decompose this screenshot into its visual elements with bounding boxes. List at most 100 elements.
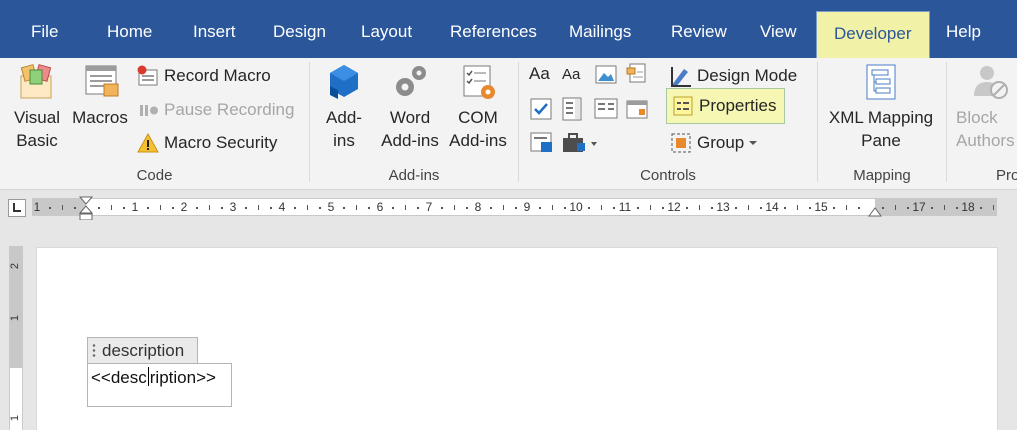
ruler-number: 12 <box>667 200 681 214</box>
ruler-tick <box>992 205 994 210</box>
vertical-ruler-number: 1 <box>9 314 22 322</box>
vertical-ruler-number: 2 <box>9 262 22 270</box>
group-label-mapping: Mapping <box>853 167 911 184</box>
ruler-tick <box>318 207 321 209</box>
ruler-tick <box>220 207 223 209</box>
record-macro-button[interactable]: Record Macro <box>137 63 271 89</box>
ruler-number: 6 <box>376 200 384 214</box>
drag-handle-icon[interactable] <box>92 343 96 359</box>
ruler-tick <box>355 205 357 210</box>
tab-review[interactable]: Review <box>671 0 727 58</box>
combo-box-control-icon[interactable] <box>561 97 585 121</box>
tab-view[interactable]: View <box>760 0 797 58</box>
tab-developer[interactable]: Developer <box>816 11 930 58</box>
ruler-tick <box>833 207 836 209</box>
ruler-tick <box>257 205 259 210</box>
ruler-tick <box>637 207 640 209</box>
content-control-title-tab[interactable]: description <box>87 337 198 363</box>
tab-home[interactable]: Home <box>107 0 152 58</box>
properties-label: Properties <box>699 96 777 115</box>
group-button[interactable]: Group <box>670 130 758 156</box>
document-page[interactable]: description <<desc ription>> <box>36 247 998 430</box>
tab-layout[interactable]: Layout <box>361 0 412 58</box>
ruler-tick <box>943 205 945 210</box>
ruler-number: 11 <box>618 200 632 214</box>
repeating-section-control-icon[interactable] <box>530 132 554 154</box>
ruler-tick <box>857 207 860 209</box>
xml-mapping-pane-label: XML Mapping Pane <box>828 108 934 150</box>
tab-file[interactable]: File <box>31 0 58 58</box>
visual-basic-label: Visual Basic <box>14 108 60 150</box>
ruler-number: 5 <box>327 200 335 214</box>
addins-button[interactable]: Add- ins <box>318 62 370 152</box>
block-authors-button[interactable]: Block Authors <box>950 62 1017 152</box>
ruler-tick <box>490 207 493 209</box>
horizontal-ruler[interactable]: 1 1 2 3 4 5 6 7 8 9 10 11 12 13 14 15 17 18 <box>32 196 997 221</box>
ruler-number: 13 <box>716 200 730 214</box>
rich-text-control-button[interactable]: Aa <box>529 64 550 84</box>
document-area: 2 1 1 description <<desc ription>> <box>0 220 1017 430</box>
tab-design[interactable]: Design <box>273 0 326 58</box>
ruler-tick <box>171 207 174 209</box>
ruler-tick <box>269 207 272 209</box>
group-separator <box>518 62 519 182</box>
macro-security-button[interactable]: Macro Security <box>137 130 277 156</box>
first-line-indent-marker[interactable] <box>79 196 93 222</box>
ruler-number: 10 <box>569 200 583 214</box>
ruler-number: 8 <box>474 200 482 214</box>
ruler-tick <box>588 207 591 209</box>
ruler-tick <box>980 207 983 209</box>
pause-recording-button[interactable]: Pause Recording <box>137 97 294 123</box>
group-icon <box>671 133 691 153</box>
content-text-after-caret: ription>> <box>149 368 216 387</box>
store-addins-icon <box>330 65 358 99</box>
ruler-number: 1 <box>131 200 139 214</box>
record-macro-label: Record Macro <box>164 66 271 85</box>
tab-help[interactable]: Help <box>946 0 981 58</box>
plain-text-control-button[interactable]: Aa <box>562 66 580 83</box>
ruler-number: 1 <box>33 200 41 214</box>
legacy-tools-icon[interactable] <box>561 132 601 154</box>
tab-references[interactable]: References <box>450 0 537 58</box>
ruler-tick <box>196 207 199 209</box>
ruler-tick <box>600 205 602 210</box>
tab-selector[interactable] <box>8 199 26 217</box>
ruler-tick <box>367 207 370 209</box>
gears-icon <box>396 66 426 96</box>
word-addins-label: Word Add-ins <box>381 108 439 150</box>
ruler-tick <box>612 207 615 209</box>
ruler-tick <box>649 205 651 210</box>
block-authors-label: Block Authors <box>956 108 1015 150</box>
com-addins-button[interactable]: COM Add-ins <box>446 62 510 152</box>
macros-icon <box>85 65 119 97</box>
dropdown-list-control-icon[interactable] <box>594 98 618 120</box>
vertical-ruler[interactable]: 2 1 1 <box>9 246 23 430</box>
content-control-body[interactable]: <<desc ription>> <box>87 363 232 407</box>
com-addins-label: COM Add-ins <box>449 108 507 150</box>
visual-basic-button[interactable]: Visual Basic <box>8 62 66 152</box>
picture-control-icon[interactable] <box>595 65 617 85</box>
ruler-tick <box>845 205 847 210</box>
content-control-title: description <box>102 341 185 360</box>
ruler-tick <box>735 207 738 209</box>
date-picker-control-icon[interactable] <box>626 98 648 120</box>
ruler-number: 3 <box>229 200 237 214</box>
group-separator <box>946 62 947 182</box>
word-addins-button[interactable]: Word Add-ins <box>376 62 444 152</box>
xml-mapping-pane-button[interactable]: XML Mapping Pane <box>822 62 940 152</box>
tab-insert[interactable]: Insert <box>193 0 236 58</box>
ruler-tick <box>208 205 210 210</box>
pause-icon <box>140 105 158 116</box>
macros-button[interactable]: Macros <box>70 62 130 129</box>
right-indent-marker[interactable] <box>868 206 882 217</box>
checkbox-control-icon[interactable] <box>530 98 552 120</box>
ruler-tick <box>453 205 455 210</box>
tab-mailings[interactable]: Mailings <box>569 0 631 58</box>
visual-basic-icon <box>20 64 52 99</box>
group-label: Group <box>697 133 745 152</box>
group-separator <box>309 62 310 182</box>
properties-button[interactable]: Properties <box>666 88 786 124</box>
building-block-control-icon[interactable] <box>626 63 648 85</box>
ribbon-tab-bar: File Home Insert Design Layout Reference… <box>0 0 1017 58</box>
design-mode-button[interactable]: Design Mode <box>670 63 797 89</box>
